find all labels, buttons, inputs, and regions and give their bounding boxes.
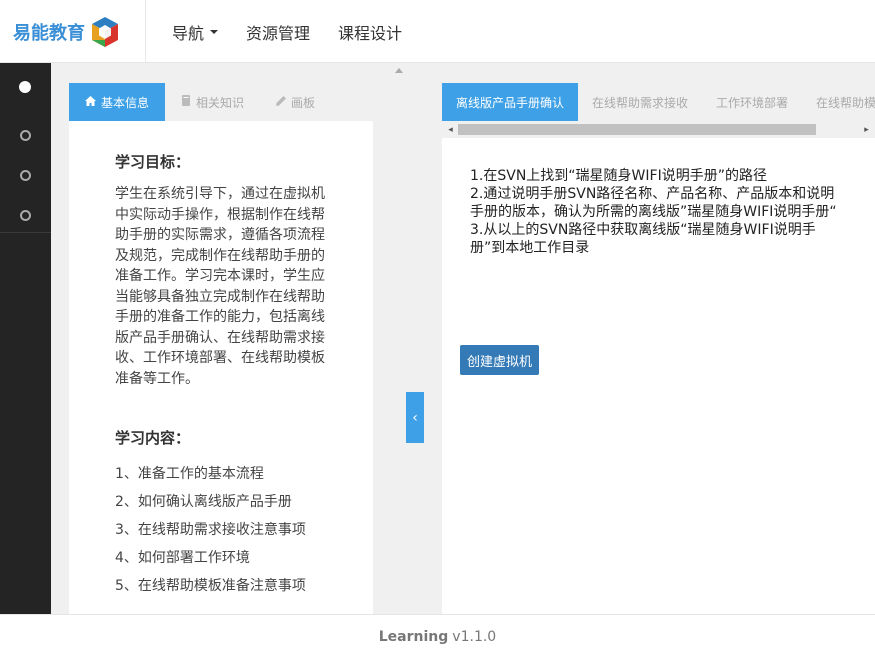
list-item: 1、准备工作的基本流程 <box>115 466 264 482</box>
info-body: 学习目标： 学生在系统引导下，通过在虚拟机中实际动手操作，根据制作在线帮助手册的… <box>69 121 373 614</box>
pencil-icon <box>276 95 287 109</box>
triangle-up-icon <box>395 68 403 73</box>
nav-item-label: 资源管理 <box>246 23 311 43</box>
create-vm-button[interactable]: 创建虚拟机 <box>460 345 539 375</box>
content-title: 学习内容： <box>115 429 191 447</box>
tab-help-requirements[interactable]: 在线帮助需求接收 <box>578 83 702 121</box>
task-step-1: 1.在SVN上找到“瑞星随身WIFI说明手册”的路径 <box>470 168 767 184</box>
tab-related-knowledge[interactable]: 相关知识 <box>165 83 260 121</box>
list-item: 3、在线帮助需求接收注意事项 <box>115 522 306 538</box>
nav-item-course-design[interactable]: 课程设计 <box>338 20 402 44</box>
tab-label: 在线帮助需求接收 <box>592 95 689 110</box>
collapse-panel-button[interactable]: ‹ <box>406 392 424 443</box>
home-icon <box>85 95 96 109</box>
list-item: 5、在线帮助模板准备注意事项 <box>115 578 306 594</box>
panel-splitter[interactable] <box>373 63 403 614</box>
tab-help-template[interactable]: 在线帮助模板 <box>802 83 875 121</box>
nav-item-label: 导航 <box>172 23 205 43</box>
scroll-left-arrow-icon[interactable]: ◂ <box>442 121 459 138</box>
book-icon <box>181 95 191 109</box>
main-content: 基本信息 相关知识 画板 学习目标： 学生在系统引导下，通过在虚拟机中实际动手操… <box>51 63 875 614</box>
chevron-left-icon: ‹ <box>412 409 418 426</box>
top-navbar: 易能教育 导航 资源管理 课程设计 <box>0 0 875 63</box>
brand[interactable]: 易能教育 <box>0 0 146 63</box>
tab-drawing-board[interactable]: 画板 <box>260 83 331 121</box>
nav-item-label: 课程设计 <box>338 23 403 43</box>
task-panel: 离线版产品手册确认 在线帮助需求接收 工作环境部署 在线帮助模板 ◂ ▸ 1.在… <box>442 83 875 614</box>
goal-text: 学生在系统引导下，通过在虚拟机中实际动手操作，根据制作在线帮助手册的实际需求，遵… <box>115 186 325 387</box>
step-dot-1[interactable] <box>19 81 31 93</box>
tabs-scrollbar[interactable]: ◂ ▸ <box>442 121 875 138</box>
content-list: 1、准备工作的基本流程 2、如何确认离线版产品手册 3、在线帮助需求接收注意事项… <box>115 460 327 600</box>
footer: Learning v1.1.0 <box>0 614 875 658</box>
list-item: 4、如何部署工作环境 <box>115 550 250 566</box>
task-step-2: 2.通过说明手册SVN路径名称、产品名称、产品版本和说明手册的版本，确认为所需的… <box>470 186 837 220</box>
nav-item-resources[interactable]: 资源管理 <box>246 20 310 44</box>
task-body: 1.在SVN上找到“瑞星随身WIFI说明手册”的路径 2.通过说明手册SVN路径… <box>442 138 875 614</box>
caret-down-icon <box>210 29 219 34</box>
step-dot-2[interactable] <box>20 130 31 141</box>
tab-label: 工作环境部署 <box>716 95 789 110</box>
tab-basic-info[interactable]: 基本信息 <box>69 83 166 121</box>
list-item: 2、如何确认离线版产品手册 <box>115 494 292 510</box>
tab-label: 基本信息 <box>101 95 150 110</box>
footer-app-name: Learning <box>378 628 449 645</box>
tab-label: 在线帮助模板 <box>816 95 875 110</box>
sidebar-divider <box>0 232 51 233</box>
tab-label: 相关知识 <box>196 95 245 110</box>
goal-title: 学习目标： <box>115 153 191 171</box>
cube-logo-icon <box>92 16 118 47</box>
info-tabs: 基本信息 相关知识 画板 <box>69 83 331 121</box>
step-sidebar <box>0 63 51 614</box>
tab-label: 离线版产品手册确认 <box>456 95 565 110</box>
tab-environment-deploy[interactable]: 工作环境部署 <box>702 83 802 121</box>
info-panel: 基本信息 相关知识 画板 学习目标： 学生在系统引导下，通过在虚拟机中实际动手操… <box>69 83 373 614</box>
tab-label: 画板 <box>291 95 316 110</box>
scrollbar-thumb[interactable] <box>458 124 816 135</box>
tab-offline-manual-confirm[interactable]: 离线版产品手册确认 <box>442 83 579 121</box>
footer-version: v1.1.0 <box>452 628 497 645</box>
brand-name: 易能教育 <box>13 22 85 44</box>
nav-menu: 导航 资源管理 课程设计 <box>172 0 430 63</box>
task-tabs: 离线版产品手册确认 在线帮助需求接收 工作环境部署 在线帮助模板 <box>442 83 875 121</box>
scroll-right-arrow-icon[interactable]: ▸ <box>858 121 875 138</box>
step-dot-3[interactable] <box>20 170 31 181</box>
task-step-3: 3.从以上的SVN路径中获取离线版“瑞星随身WIFI说明手册”到本地工作目录 <box>470 222 816 256</box>
step-dot-4[interactable] <box>20 210 31 221</box>
nav-item-navigation[interactable]: 导航 <box>172 20 219 44</box>
